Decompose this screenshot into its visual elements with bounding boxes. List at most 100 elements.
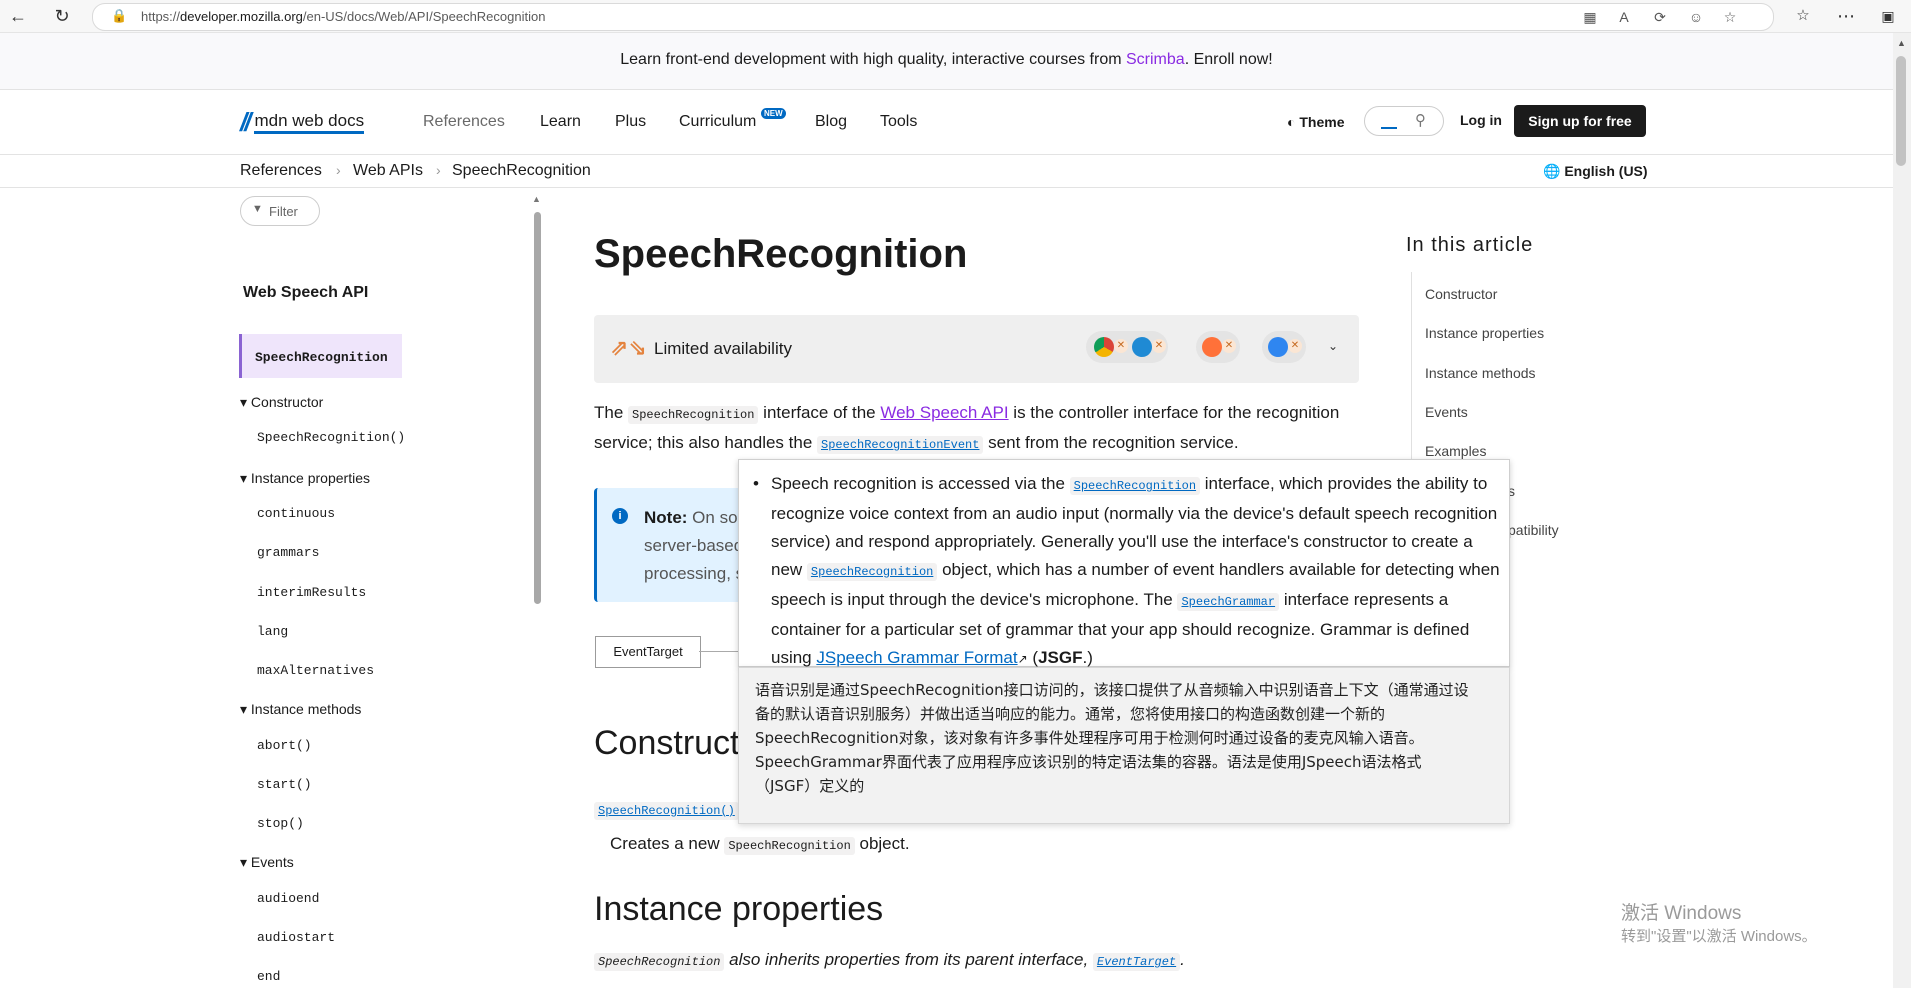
more-icon[interactable]: ⋯ [1836, 6, 1856, 26]
web-speech-api-link[interactable]: Web Speech API [880, 403, 1008, 422]
translation-popup: 语音识别是通过SpeechRecognition接口访问的，该接口提供了从音频输… [738, 667, 1510, 824]
sidebar-group-instance-properties[interactable]: ▾ Instance properties [240, 470, 370, 487]
sidebar-item-abort[interactable]: abort() [257, 738, 312, 753]
filter-icon: ▼ [252, 203, 263, 215]
refresh-icon[interactable]: ⟳ [1651, 8, 1669, 26]
sidebar-group-constructor[interactable]: ▾ Constructor [240, 394, 323, 411]
mdn-logo[interactable]: // mdn web docs [240, 107, 365, 137]
speechrecognitionevent-link[interactable]: SpeechRecognitionEvent [817, 436, 984, 454]
breadcrumb-references[interactable]: References [240, 162, 322, 180]
firefox-icon [1202, 337, 1222, 357]
sidebar-title[interactable]: Web Speech API [243, 284, 368, 302]
favorites-list-icon[interactable]: ☆ [1793, 6, 1813, 26]
sidebar-group-instance-methods[interactable]: ▾ Instance methods [240, 701, 361, 718]
sidebar-icon[interactable]: ▣ [1878, 6, 1898, 26]
sidebar-item-interimresults[interactable]: interimResults [257, 585, 366, 600]
nav-plus[interactable]: Plus [615, 113, 646, 131]
toc-events[interactable]: Events [1425, 404, 1468, 420]
nav-tools[interactable]: Tools [880, 113, 917, 131]
globe-icon: 🌐 [1543, 163, 1561, 179]
translate-icon[interactable]: A [1615, 8, 1633, 26]
eventtarget-link[interactable]: EventTarget [1092, 953, 1181, 971]
popup-speechgrammar-link[interactable]: SpeechGrammar [1177, 593, 1280, 611]
page-title: SpeechRecognition [594, 232, 968, 276]
toc-title: In this article [1406, 234, 1534, 256]
popup-speechrecognition-link[interactable]: SpeechRecognition [1069, 477, 1201, 495]
new-badge: NEW [761, 108, 786, 119]
no-support-icon: ✕ [1288, 339, 1302, 353]
sidebar-item-stop[interactable]: stop() [257, 816, 304, 831]
site-header: // mdn web docs References Learn Plus Cu… [0, 90, 1893, 155]
sidebar-item-speechrecognition-ctor[interactable]: SpeechRecognition() [257, 430, 405, 445]
page-scrollbar-thumb[interactable] [1896, 56, 1906, 166]
toc-examples[interactable]: Examples [1425, 443, 1486, 459]
lock-icon[interactable]: 🔒 [111, 8, 127, 24]
theme-icon: ◐ [1287, 114, 1296, 130]
instance-properties-desc: SpeechRecognition also inherits properti… [594, 950, 1185, 971]
search-button[interactable]: ⚲ [1364, 106, 1444, 136]
sidebar-item-speechrecognition[interactable]: SpeechRecognition [239, 334, 402, 378]
inheritance-arrow [699, 651, 739, 652]
source-text-popup: • Speech recognition is accessed via the… [738, 459, 1510, 667]
sidebar-item-start[interactable]: start() [257, 777, 312, 792]
toc-instance-methods[interactable]: Instance methods [1425, 365, 1536, 381]
sidebar-item-end[interactable]: end [257, 969, 280, 984]
emoji-icon[interactable]: ☺ [1687, 8, 1705, 26]
theme-button[interactable]: ◐ Theme [1287, 114, 1344, 130]
info-icon: i [612, 508, 628, 524]
scrimba-link[interactable]: Scrimba [1126, 51, 1185, 68]
sidebar-item-audiostart[interactable]: audiostart [257, 930, 335, 945]
sidebar-item-maxalternatives[interactable]: maxAlternatives [257, 663, 374, 678]
no-support-icon: ✕ [1222, 339, 1236, 353]
speechrecognition-ctor-link[interactable]: SpeechRecognition() [594, 802, 739, 820]
signup-button[interactable]: Sign up for free [1514, 105, 1646, 137]
safari-icon [1268, 337, 1288, 357]
split-screen-icon[interactable]: ▦ [1581, 8, 1599, 26]
sidebar-filter[interactable]: ▼ Filter [240, 196, 320, 226]
sidebar-item-audioend[interactable]: audioend [257, 891, 319, 906]
breadcrumb-web-apis[interactable]: Web APIs [353, 162, 423, 180]
sidebar-scrollbar[interactable] [534, 212, 541, 604]
mdn-logo-icon: // [240, 106, 252, 137]
page-scrollbar[interactable] [1893, 33, 1911, 988]
firefox-browser: ✕ [1196, 331, 1240, 363]
favorite-icon[interactable]: ☆ [1721, 8, 1739, 26]
sidebar-item-grammars[interactable]: grammars [257, 545, 319, 560]
nav-references[interactable]: References [423, 113, 505, 131]
chevron-down-icon[interactable]: ⌄ [1328, 339, 1338, 353]
breadcrumb: References › Web APIs › SpeechRecognitio… [0, 155, 1893, 188]
ctor-term: SpeechRecognition() [594, 801, 739, 820]
toc-constructor[interactable]: Constructor [1425, 286, 1497, 302]
availability-label: Limited availability [654, 339, 792, 358]
url-text: https://developer.mozilla.org/en-US/docs… [141, 9, 546, 24]
scroll-up-icon[interactable]: ▲ [1897, 38, 1906, 48]
toc-instance-properties[interactable]: Instance properties [1425, 325, 1544, 341]
address-bar[interactable]: 🔒 https://developer.mozilla.org/en-US/do… [92, 3, 1774, 31]
language-selector[interactable]: 🌐 English (US) [1543, 163, 1648, 180]
no-support-icon: ✕ [1152, 339, 1166, 353]
reload-icon[interactable]: ↻ [52, 6, 72, 26]
inheritance-eventtarget[interactable]: EventTarget [595, 636, 701, 668]
breadcrumb-speechrecognition[interactable]: SpeechRecognition [452, 162, 591, 180]
heading-constructor: Construct [594, 724, 740, 762]
popup-speechrecognition-link-2[interactable]: SpeechRecognition [806, 563, 938, 581]
chevron-right-icon: › [336, 162, 341, 178]
sidebar-item-lang[interactable]: lang [257, 624, 288, 639]
back-icon[interactable]: ← [8, 6, 28, 26]
filter-label: Filter [269, 204, 298, 219]
sidebar-group-events[interactable]: ▾ Events [240, 854, 294, 871]
promo-banner: Learn front-end development with high qu… [0, 33, 1893, 90]
availability-banner[interactable]: ⇗⇘ Limited availability ✕ ✕ ✕ ✕ ⌄ [594, 315, 1359, 383]
search-icon: ⚲ [1415, 112, 1426, 129]
heading-instance-properties: Instance properties [594, 890, 884, 928]
sidebar-item-continuous[interactable]: continuous [257, 506, 335, 521]
nav-blog[interactable]: Blog [815, 113, 847, 131]
no-support-icon: ✕ [1114, 339, 1128, 353]
login-link[interactable]: Log in [1460, 112, 1502, 128]
nav-learn[interactable]: Learn [540, 113, 581, 131]
scroll-up-icon[interactable]: ▲ [532, 194, 541, 204]
nav-curriculum[interactable]: Curriculum [679, 113, 756, 131]
windows-activation-title: 激活 Windows [1621, 903, 1742, 924]
toc-browser-compatibility[interactable]: patibility [1508, 522, 1559, 538]
jsgf-link[interactable]: JSpeech Grammar Format [816, 648, 1017, 667]
